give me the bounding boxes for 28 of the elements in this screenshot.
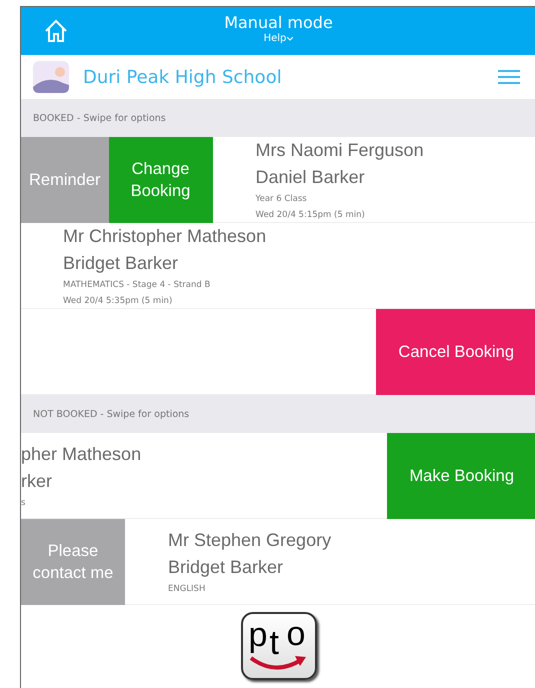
- booking-button[interactable]: Change Booking: [108, 137, 213, 223]
- action-button[interactable]: Reminder: [21, 137, 109, 223]
- teacher-name: Mrs Naomi Ferguson: [256, 138, 425, 162]
- cancel-booking-button[interactable]: Cancel Booking: [376, 309, 535, 395]
- section-heading: BOOKED - Swipe for options: [33, 112, 166, 124]
- subject-label: s: [21, 496, 26, 510]
- school-name: Duri Peak High School: [83, 66, 283, 88]
- student-name: rker: [21, 470, 53, 492]
- student-name: Daniel Barker: [256, 166, 366, 188]
- appointment-time: Wed 20/4 5:15pm (5 min): [256, 208, 366, 222]
- pto-logo: pt o: [240, 612, 316, 680]
- subject-label: Year 6 Class: [256, 192, 308, 206]
- menu-icon[interactable]: [498, 70, 520, 84]
- student-name: Bridget Barker: [63, 252, 180, 275]
- appointment-time: Wed 20/4 5:35pm (5 min): [63, 294, 174, 308]
- caret-icon: [287, 36, 294, 40]
- help-menu[interactable]: Help: [264, 33, 294, 44]
- school-logo-icon: [33, 61, 69, 93]
- teacher-name: Mr Christopher Matheson: [63, 224, 268, 248]
- subject-label: MATHEMATICS - Stage 4 - Strand B: [63, 278, 212, 292]
- page-title: Manual mode: [224, 13, 333, 33]
- subject-label: ENGLISH: [168, 582, 206, 596]
- section-heading: NOT BOOKED - Swipe for options: [33, 408, 190, 420]
- action-button[interactable]: Please contact me: [21, 519, 125, 605]
- student-name: Bridget Barker: [168, 556, 284, 579]
- teacher-name: Mr Stephen Gregory: [168, 528, 332, 552]
- booking-button[interactable]: Make Booking: [387, 433, 535, 519]
- teacher-name: pher Matheson: [21, 442, 142, 466]
